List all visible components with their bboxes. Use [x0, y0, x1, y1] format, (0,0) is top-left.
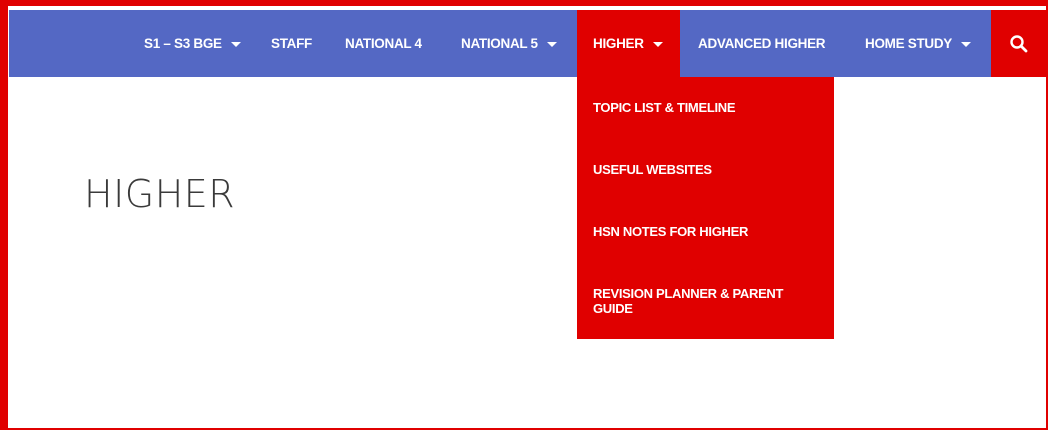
- caret-down-icon: [652, 41, 663, 47]
- search-icon: [1009, 34, 1027, 52]
- caret-down-icon: [546, 41, 557, 47]
- higher-dropdown-menu: TOPIC LIST & TIMELINE USEFUL WEBSITES HS…: [577, 77, 834, 339]
- page-title: HIGHER: [84, 172, 236, 216]
- nav-item-advanced-higher[interactable]: ADVANCED HIGHER: [698, 10, 826, 77]
- caret-down-icon: [230, 41, 241, 47]
- nav-item-home-study[interactable]: HOME STUDY: [865, 10, 972, 77]
- nav-label: STAFF: [271, 36, 312, 51]
- dropdown-item-label: REVISION PLANNER & PARENT GUIDE: [593, 286, 784, 316]
- nav-label: S1 – S3 BGE: [144, 36, 222, 51]
- search-button[interactable]: [991, 10, 1046, 77]
- dropdown-item-label: TOPIC LIST & TIMELINE: [593, 100, 736, 115]
- nav-label: NATIONAL 5: [461, 36, 538, 51]
- nav-label: ADVANCED HIGHER: [698, 36, 826, 51]
- nav-item-staff[interactable]: STAFF: [271, 10, 312, 77]
- nav-label: NATIONAL 4: [345, 36, 422, 51]
- dropdown-item-revision-planner[interactable]: REVISION PLANNER & PARENT GUIDE: [593, 286, 803, 316]
- dropdown-item-hsn-notes[interactable]: HSN NOTES FOR HIGHER: [593, 224, 818, 239]
- nav-item-s1-s3-bge[interactable]: S1 – S3 BGE: [144, 10, 241, 77]
- dropdown-item-label: USEFUL WEBSITES: [593, 162, 712, 177]
- nav-item-national-4[interactable]: NATIONAL 4: [345, 10, 422, 77]
- nav-label: HIGHER: [593, 36, 644, 51]
- main-navigation: S1 – S3 BGE STAFF NATIONAL 4 NATIONAL 5 …: [9, 10, 1046, 77]
- caret-down-icon: [961, 41, 972, 47]
- nav-item-higher[interactable]: HIGHER: [577, 10, 680, 77]
- dropdown-item-label: HSN NOTES FOR HIGHER: [593, 224, 749, 239]
- dropdown-item-useful-websites[interactable]: USEFUL WEBSITES: [593, 162, 818, 177]
- nav-label: HOME STUDY: [865, 36, 953, 51]
- dropdown-item-topic-list[interactable]: TOPIC LIST & TIMELINE: [593, 100, 818, 115]
- nav-item-national-5[interactable]: NATIONAL 5: [461, 10, 557, 77]
